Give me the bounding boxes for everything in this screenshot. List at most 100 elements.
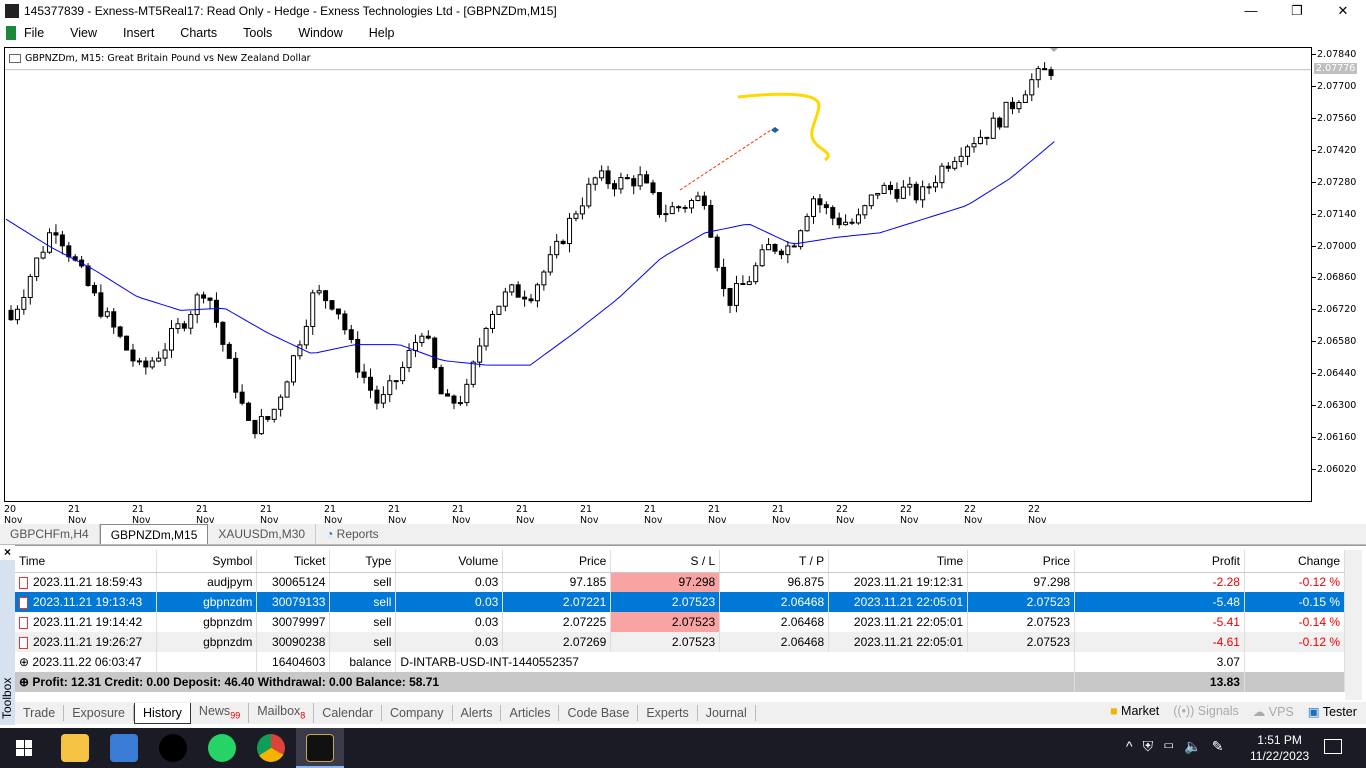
- menu-insert[interactable]: Insert: [123, 26, 154, 40]
- close-time-cell: 2023.11.21 22:05:01: [828, 612, 969, 632]
- tp-cell: 96.875: [719, 572, 830, 592]
- column-header[interactable]: Volume: [395, 550, 504, 573]
- candle-body: [849, 221, 855, 224]
- menu-tools[interactable]: Tools: [243, 26, 272, 40]
- candle-body: [605, 170, 611, 185]
- table-row[interactable]: 2023.11.21 18:59:43 audjpym 30065124 sell 0.…: [15, 572, 1346, 592]
- candle-body: [175, 323, 181, 330]
- tab-experts[interactable]: Experts: [638, 705, 698, 721]
- candle-body: [926, 186, 932, 189]
- candle-body: [804, 215, 810, 232]
- candle-body: [990, 117, 996, 139]
- column-header[interactable]: S / L: [610, 550, 721, 573]
- chart-tab-gbpnzd[interactable]: GBPNZDm,M15: [99, 524, 209, 544]
- table-scrollbar[interactable]: [1345, 550, 1362, 700]
- chart-tab-xauusd[interactable]: XAUUSDm,M30: [208, 524, 317, 544]
- candle-body: [290, 355, 296, 383]
- tester-tab[interactable]: ▣ Tester: [1308, 704, 1357, 719]
- tester-label: Tester: [1322, 705, 1357, 719]
- price-chart[interactable]: GBPNZDm, M15: Great Britain Pound vs New…: [4, 47, 1312, 502]
- total-profit-cell: 13.83: [1074, 672, 1245, 692]
- tab-journal[interactable]: Journal: [698, 705, 756, 721]
- candle-body: [124, 335, 130, 351]
- candle-body: [644, 174, 650, 184]
- column-header[interactable]: Profit: [1074, 550, 1245, 573]
- vps-tab[interactable]: ☁ VPS: [1253, 704, 1294, 719]
- column-header[interactable]: Price: [967, 550, 1076, 573]
- column-header[interactable]: Type: [329, 550, 397, 573]
- clock[interactable]: 1:51 PM 11/22/2023: [1250, 732, 1309, 764]
- chrome-icon[interactable]: [257, 734, 285, 762]
- chip-icon: ▣: [1307, 705, 1320, 719]
- candle-body: [470, 361, 476, 385]
- candle-body: [85, 265, 91, 286]
- app-menu-icon[interactable]: [6, 26, 16, 40]
- tab-trade[interactable]: Trade: [15, 705, 65, 721]
- volume-cell: 0.03: [395, 592, 504, 612]
- menu-view[interactable]: View: [70, 26, 97, 40]
- chart-tab-gbpchf[interactable]: GBPCHFm,H4: [0, 524, 100, 544]
- signals-tab[interactable]: ((•)) Signals: [1173, 704, 1239, 719]
- column-header[interactable]: Time: [15, 550, 158, 573]
- tab-exposure[interactable]: Exposure: [64, 705, 135, 721]
- toolbox-close-icon[interactable]: ×: [0, 545, 15, 560]
- file-explorer-icon[interactable]: [61, 734, 89, 762]
- tab-code-base[interactable]: Code Base: [559, 705, 639, 721]
- price-cell: 2.07221: [502, 592, 612, 612]
- candle-body: [830, 207, 836, 219]
- tab-mailbox[interactable]: Mailbox8: [249, 702, 315, 724]
- menu-help[interactable]: Help: [369, 26, 395, 40]
- tab-calendar[interactable]: Calendar: [314, 705, 383, 721]
- table-row[interactable]: 2023.11.21 19:13:43 gbpnzdm 30079133 sell 0.…: [15, 592, 1346, 612]
- time-cell: 2023.11.21 19:26:27: [15, 632, 158, 652]
- sl-cell: 2.07523: [610, 592, 721, 612]
- candle-body: [169, 328, 174, 351]
- type-cell: sell: [329, 632, 397, 652]
- tab-alerts[interactable]: Alerts: [453, 705, 502, 721]
- store-icon[interactable]: [110, 734, 138, 762]
- table-row[interactable]: 2023.11.21 19:26:27 gbpnzdm 30090238 sell 0.…: [15, 632, 1346, 652]
- candle-body: [862, 205, 868, 216]
- column-header[interactable]: Time: [828, 550, 969, 573]
- candle-body: [34, 257, 40, 278]
- menu-window[interactable]: Window: [298, 26, 342, 40]
- candle-body: [875, 192, 881, 196]
- tp-cell: 2.06468: [719, 612, 830, 632]
- profit-cell: -5.41: [1074, 612, 1245, 632]
- market-tab[interactable]: ■ Market: [1110, 704, 1159, 719]
- window-title: 145377839 - Exness-MT5Real17: Read Only …: [24, 4, 557, 18]
- tab-articles[interactable]: Articles: [501, 705, 560, 721]
- candle-body: [47, 232, 53, 253]
- tab-history[interactable]: History: [134, 702, 191, 724]
- whatsapp-icon[interactable]: [208, 734, 236, 762]
- candle-body: [297, 344, 303, 357]
- reports-tab[interactable]: ◔ Reports: [316, 524, 389, 544]
- candle-body: [522, 296, 528, 300]
- column-header[interactable]: Ticket: [256, 550, 331, 573]
- tab-news[interactable]: News99: [191, 702, 250, 724]
- candle-body: [143, 360, 149, 368]
- menu-file[interactable]: File: [24, 26, 44, 40]
- close-button[interactable]: ✕: [1320, 0, 1366, 22]
- candle-body: [920, 186, 926, 201]
- column-header[interactable]: T / P: [719, 550, 830, 573]
- menu-charts[interactable]: Charts: [180, 26, 217, 40]
- minimize-button[interactable]: —: [1228, 0, 1274, 22]
- mt5-taskbar-button[interactable]: [296, 728, 344, 768]
- candle-body: [599, 170, 605, 179]
- notification-icon[interactable]: [1324, 739, 1342, 754]
- table-row[interactable]: 2023.11.21 19:14:42 gbpnzdm 30079997 sell 0.…: [15, 612, 1346, 632]
- tab-company[interactable]: Company: [382, 705, 453, 721]
- column-header[interactable]: Price: [502, 550, 612, 573]
- restore-button[interactable]: ❐: [1274, 0, 1320, 22]
- profit-cell: -4.61: [1074, 632, 1245, 652]
- balance-row[interactable]: ⊕ 2023.11.22 06:03:47 16404603 balance D-IN…: [15, 652, 1346, 672]
- tiktok-icon[interactable]: [159, 734, 187, 762]
- candle-body: [932, 182, 938, 188]
- tray-icons[interactable]: ^⛨▭🔈✎: [1126, 738, 1233, 755]
- start-button[interactable]: [16, 740, 32, 756]
- candle-body: [323, 290, 329, 302]
- column-header[interactable]: Symbol: [156, 550, 258, 573]
- column-header[interactable]: Change: [1244, 550, 1346, 573]
- candle-body: [977, 136, 983, 145]
